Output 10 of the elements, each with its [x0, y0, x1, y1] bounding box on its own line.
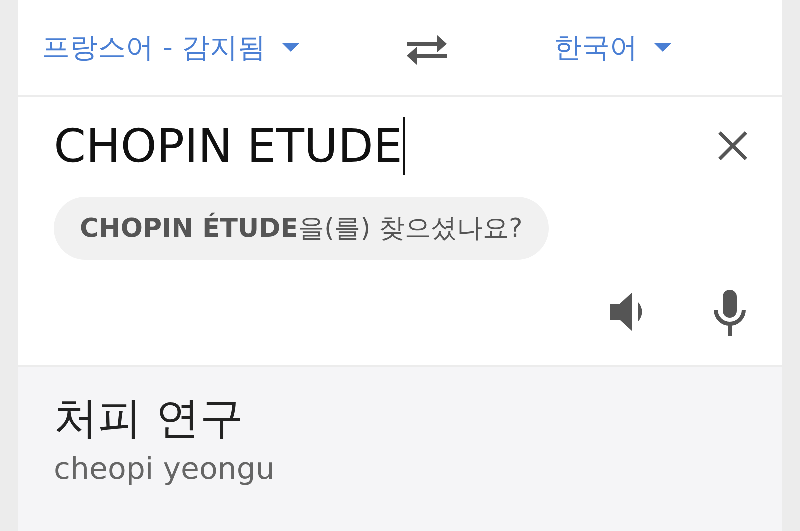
- romanization-text: cheopi yeongu: [54, 452, 276, 487]
- caret-icon: [654, 43, 672, 52]
- source-language-dropdown[interactable]: 프랑스어 - 감지됨: [42, 28, 300, 66]
- suggestion-chip[interactable]: CHOPIN ÉTUDE을(를) 찾으셨나요?: [54, 197, 549, 260]
- caret-icon: [282, 43, 300, 52]
- translation-text: 처피 연구: [54, 392, 245, 446]
- target-language-dropdown[interactable]: 한국어: [554, 28, 672, 66]
- microphone-icon[interactable]: [712, 290, 748, 336]
- input-field[interactable]: CHOPIN ETUDE: [54, 117, 405, 175]
- close-icon[interactable]: [718, 131, 748, 161]
